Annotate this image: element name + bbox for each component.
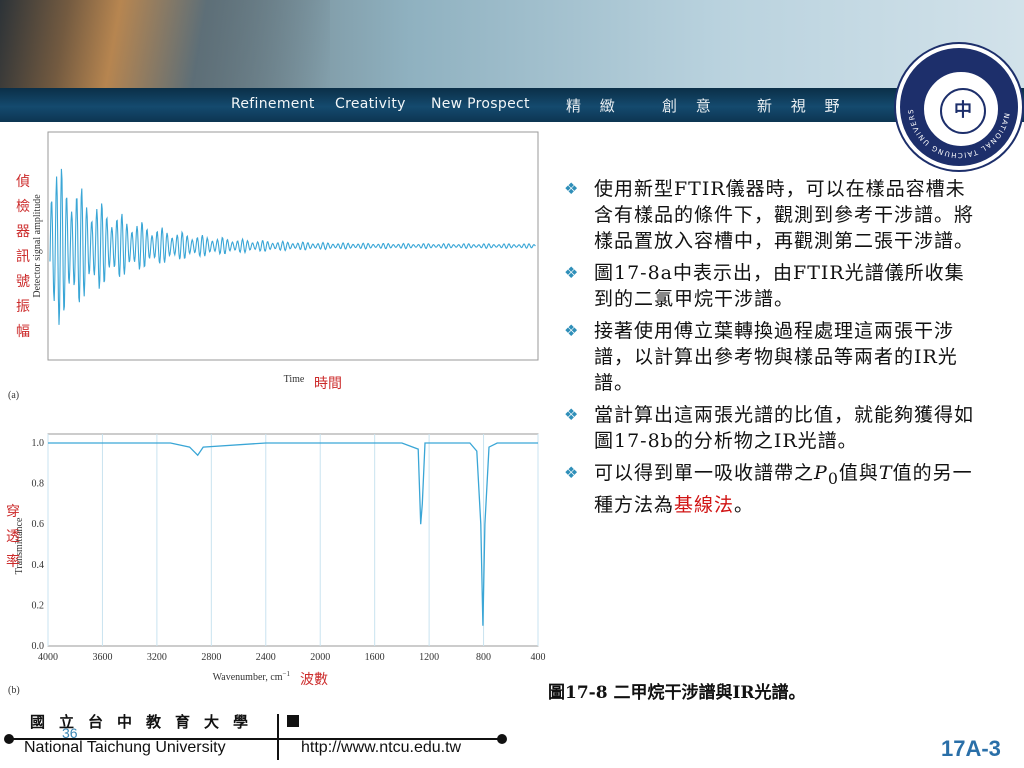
panel-a-tag: (a) — [8, 390, 19, 401]
panel-b-xlabel-cn: 波數 — [300, 672, 328, 688]
footer-url[interactable]: http://www.ntcu.edu.tw — [301, 739, 461, 757]
figure-caption: 圖17-8 二甲烷干涉譜與IR光譜。 — [548, 683, 806, 703]
bullet-text: 圖17-8a中表示出，由FTIR光譜儀所收集到的二氯甲烷干涉譜。 — [594, 262, 965, 310]
y-tick-label: 0.2 — [32, 600, 45, 611]
diamond-bullet-icon: ❖ — [564, 179, 579, 198]
bullet-item: ❖ 當計算出這兩張光譜的比值，就能夠獲得如圖17-8b的分析物之IR光譜。 — [564, 402, 984, 454]
x-tick-label: 400 — [531, 652, 546, 663]
diamond-bullet-icon: ❖ — [564, 463, 579, 482]
highlight-term: 基線法 — [674, 493, 735, 516]
panel-b-xticks: 4000 3600 3200 2800 2400 2000 1600 1200 800 400 — [38, 652, 546, 663]
ylabel-cn-char: 號 — [16, 274, 30, 290]
bullet-item: ❖ 可以得到單一吸收譜帶之P0值與T值的另一種方法為基線法。 — [564, 460, 984, 518]
bullet-text: 接著使用傅立葉轉換過程處理這兩張干涉譜，以計算出參考物與樣品等兩者的IR光譜。 — [594, 320, 958, 394]
x-tick-label: 3600 — [92, 652, 112, 663]
motto-cn-1: 精 緻 — [566, 97, 622, 115]
ylabel-cn-char: 偵 — [16, 174, 30, 190]
figure-17-8: Detector signal amplitude 偵檢器訊號振幅 Time 時… — [6, 131, 546, 696]
x-tick-label: 2800 — [201, 652, 221, 663]
panel-a-xlabel: Time — [284, 374, 305, 385]
panel-b-xlabel: Wavenumber, cm−1 — [213, 670, 291, 683]
footer-dot-left — [4, 734, 14, 744]
panel-b-ylabel-cn: 穿透率 — [6, 504, 20, 570]
bullet-text: 當計算出這兩張光譜的比值，就能夠獲得如圖17-8b的分析物之IR光譜。 — [594, 404, 975, 452]
x-tick-label: 4000 — [38, 652, 58, 663]
y-tick-label: 0.6 — [32, 519, 45, 530]
x-tick-label: 2000 — [310, 652, 330, 663]
footer-square-icon — [287, 715, 299, 727]
slide-id: 17A-3 — [941, 736, 1001, 761]
motto-cn-2: 創 意 — [662, 97, 718, 115]
logo-inner: 中 — [922, 70, 1000, 148]
footer-dot-right — [497, 734, 507, 744]
ylabel-cn-char: 振 — [16, 299, 30, 315]
y-tick-label: 0.4 — [32, 560, 45, 571]
x-tick-label: 800 — [476, 652, 491, 663]
bullet-text: 可以得到單一吸收譜帶之P0值與T值的另一種方法為基線法。 — [594, 462, 973, 516]
x-tick-label: 2400 — [256, 652, 276, 663]
x-tick-label: 1600 — [365, 652, 385, 663]
diamond-bullet-icon: ❖ — [564, 263, 579, 282]
diamond-bullet-icon: ❖ — [564, 321, 579, 340]
y-tick-label: 1.0 — [32, 438, 45, 449]
bullet-text: 使用新型FTIR儀器時，可以在樣品容槽未含有樣品的條件下，觀測到參考干涉譜。將樣… — [594, 178, 975, 252]
header-photo — [0, 0, 330, 88]
ylabel-cn-char: 訊 — [16, 249, 30, 265]
university-logo: NATIONAL TAICHUNG UNIVERSITY 中 — [896, 44, 1022, 170]
ylabel-cn-char: 穿 — [6, 504, 20, 520]
panel-a-ylabel: Detector signal amplitude — [32, 194, 43, 298]
panel-b-tag: (b) — [8, 685, 20, 696]
y-tick-label: 0.8 — [32, 479, 45, 490]
logo-mark: 中 — [940, 88, 986, 134]
motto-creativity: Creativity — [335, 96, 406, 112]
bullet-list: ❖ 使用新型FTIR儀器時，可以在樣品容槽未含有樣品的條件下，觀測到參考干涉譜。… — [564, 176, 984, 524]
x-tick-label: 1200 — [419, 652, 439, 663]
motto-refinement: Refinement — [231, 96, 315, 112]
panel-b-yticks: 1.0 0.8 0.6 0.4 0.2 0.0 — [32, 438, 45, 652]
footer-separator — [277, 714, 279, 760]
footer-university-en: National Taichung University — [24, 739, 226, 756]
ylabel-cn-char: 器 — [16, 224, 30, 240]
bullet-item: ❖ 接著使用傅立葉轉換過程處理這兩張干涉譜，以計算出參考物與樣品等兩者的IR光譜… — [564, 318, 984, 396]
ylabel-cn-char: 率 — [6, 553, 20, 570]
panel-a-ylabel-cn: 偵檢器訊號振幅 — [16, 174, 30, 340]
panel-a-xlabel-cn: 時間 — [314, 376, 342, 392]
panel-b-frame — [47, 433, 539, 647]
motto-cn-3: 新 視 野 — [757, 97, 847, 115]
motto-new-prospect: New Prospect — [431, 96, 530, 112]
y-tick-label: 0.0 — [32, 641, 45, 652]
ylabel-cn-char: 檢 — [16, 198, 30, 215]
ylabel-cn-char: 幅 — [16, 324, 30, 340]
diamond-bullet-icon: ❖ — [564, 405, 579, 424]
x-tick-label: 3200 — [147, 652, 167, 663]
bullet-item: ❖ 使用新型FTIR儀器時，可以在樣品容槽未含有樣品的條件下，觀測到參考干涉譜。… — [564, 176, 984, 254]
bullet-item: ❖ 圖17-8a中表示出，由FTIR光譜儀所收集到的二氯甲烷干涉譜。 — [564, 260, 984, 312]
ylabel-cn-char: 透 — [6, 529, 20, 545]
